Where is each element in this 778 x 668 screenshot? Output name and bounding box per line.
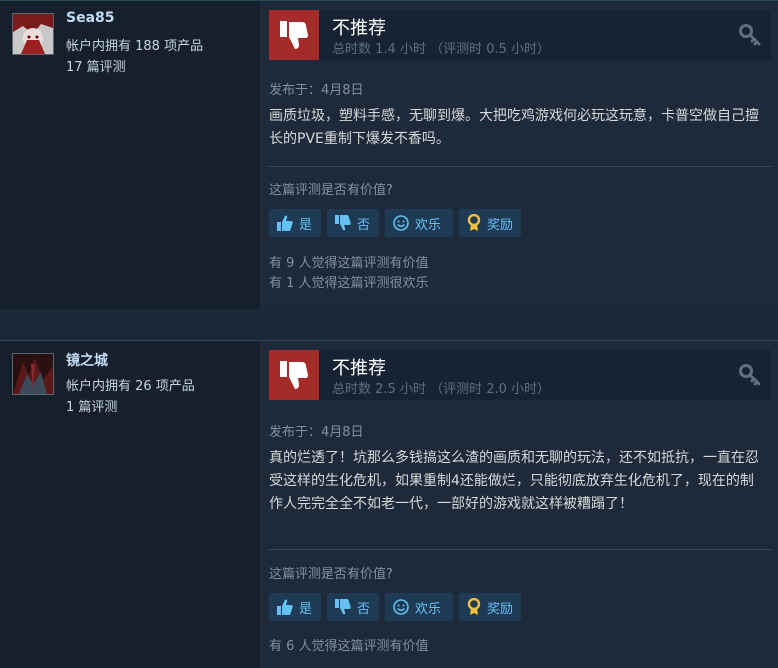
review-body: 不推荐 总时数 2.5 小时 （评测时 2.0 小时） 发布于：4月8日 真的烂… [260, 341, 778, 668]
divider [269, 166, 771, 167]
helpful-question: 这篇评测是否有价值? [269, 567, 393, 582]
smiley-icon [393, 599, 409, 615]
thumbs-down-small-icon [335, 215, 351, 231]
vote-header[interactable]: 不推荐 总时数 2.5 小时 （评测时 2.0 小时） [269, 350, 771, 400]
vote-header[interactable]: 不推荐 总时数 1.4 小时 （评测时 0.5 小时） [269, 10, 771, 60]
vote-no-button[interactable]: 否 [327, 593, 379, 621]
vote-funny-label: 欢乐 [415, 217, 442, 233]
playtime: 总时数 2.5 小时 （评测时 2.0 小时） [332, 382, 551, 397]
vote-funny-button[interactable]: 欢乐 [385, 593, 453, 621]
award-ribbon-icon [467, 598, 481, 615]
review-card: Sea85 帐户内拥有 188 项产品 17 篇评测 不推荐 总时数 1.4 小… [0, 0, 778, 309]
tally-helpful: 有 6 人觉得这篇评测有价值 [269, 639, 429, 654]
thumbs-down-icon [269, 10, 319, 60]
owned-products[interactable]: 帐户内拥有 188 项产品 [66, 35, 203, 54]
award-label: 奖励 [487, 217, 514, 233]
avatar[interactable] [12, 13, 54, 55]
vote-yes-button[interactable]: 是 [269, 209, 321, 237]
tally-helpful: 有 9 人觉得这篇评测有价值 [269, 256, 429, 271]
smiley-icon [393, 215, 409, 231]
review-body: 不推荐 总时数 1.4 小时 （评测时 0.5 小时） 发布于：4月8日 画质垃… [260, 1, 778, 309]
owned-products[interactable]: 帐户内拥有 26 项产品 [66, 375, 195, 394]
award-button[interactable]: 奖励 [459, 209, 521, 237]
key-icon [739, 24, 761, 50]
review-text: 真的烂透了！坑那么多钱搞这么渣的画质和无聊的玩法，还不如抵抗，一直在忍受这样的生… [269, 450, 759, 512]
playtime: 总时数 1.4 小时 （评测时 0.5 小时） [332, 42, 551, 57]
vote-yes-label: 是 [299, 217, 313, 233]
thumbs-up-icon [277, 215, 293, 231]
tally-funny: 有 1 人觉得这篇评测很欢乐 [269, 276, 429, 291]
review-text: 画质垃圾，塑料手感，无聊到爆。大把吃鸡游戏何必玩这玩意，卡普空做自己擅长的PVE… [269, 108, 759, 147]
helpful-tally: 有 9 人觉得这篇评测有价值 有 1 人觉得这篇评测很欢乐 [269, 254, 429, 294]
vote-funny-label: 欢乐 [415, 601, 442, 617]
avatar[interactable] [12, 353, 54, 395]
divider [269, 549, 771, 550]
posted-date: 发布于：4月8日 [269, 425, 364, 440]
verdict-title: 不推荐 [332, 358, 386, 379]
vote-no-button[interactable]: 否 [327, 209, 379, 237]
vote-yes-button[interactable]: 是 [269, 593, 321, 621]
verdict-title: 不推荐 [332, 18, 386, 39]
vote-no-label: 否 [357, 217, 371, 233]
award-ribbon-icon [467, 214, 481, 231]
vote-yes-label: 是 [299, 601, 313, 617]
key-icon [739, 364, 761, 390]
review-count[interactable]: 17 篇评测 [66, 56, 126, 75]
helpful-question: 这篇评测是否有价值? [269, 183, 393, 198]
posted-date: 发布于：4月8日 [269, 83, 364, 98]
review-card: 镜之城 帐户内拥有 26 项产品 1 篇评测 不推荐 总时数 2.5 小时 （评… [0, 340, 778, 668]
username[interactable]: 镜之城 [66, 350, 108, 370]
username[interactable]: Sea85 [66, 10, 115, 26]
thumbs-down-icon [269, 350, 319, 400]
award-label: 奖励 [487, 601, 514, 617]
award-button[interactable]: 奖励 [459, 593, 521, 621]
thumbs-up-icon [277, 599, 293, 615]
vote-no-label: 否 [357, 601, 371, 617]
review-count[interactable]: 1 篇评测 [66, 396, 117, 415]
thumbs-down-small-icon [335, 599, 351, 615]
helpful-tally: 有 6 人觉得这篇评测有价值 [269, 637, 429, 657]
vote-funny-button[interactable]: 欢乐 [385, 209, 453, 237]
